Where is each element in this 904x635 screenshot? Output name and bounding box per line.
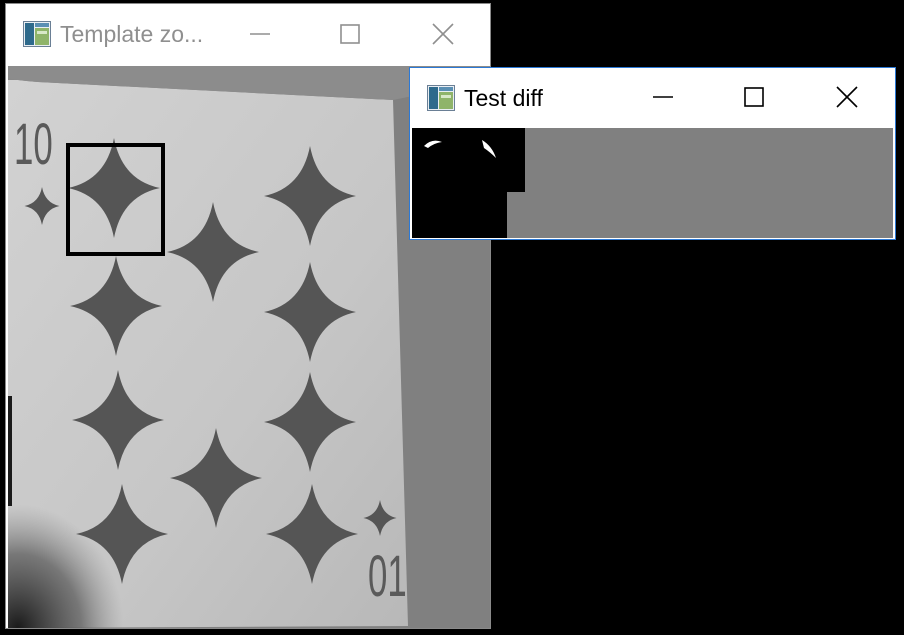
maximize-icon [340,24,360,44]
close-button[interactable] [420,19,466,49]
window-title: Template zo... [60,21,204,47]
diff-image [412,128,893,238]
test-diff-window[interactable]: Test diff [409,67,896,240]
template-zoom-titlebar[interactable]: Template zo... [6,4,490,66]
minimize-button[interactable] [237,19,283,49]
maximize-button[interactable] [327,19,373,49]
rank-bottom: 01 [368,545,407,609]
minimize-icon [653,96,673,98]
minimize-icon [250,33,270,35]
close-icon [432,23,454,45]
app-window-icon [23,21,51,47]
minimize-button[interactable] [640,82,686,112]
test-diff-canvas[interactable] [412,128,893,238]
rank-top: 10 [14,113,53,177]
test-diff-titlebar[interactable]: Test diff [410,68,895,128]
maximize-icon [744,87,764,107]
close-button[interactable] [824,82,870,112]
close-icon [836,86,858,108]
app-window-icon [427,85,455,111]
window-title: Test diff [464,85,543,111]
maximize-button[interactable] [731,82,777,112]
